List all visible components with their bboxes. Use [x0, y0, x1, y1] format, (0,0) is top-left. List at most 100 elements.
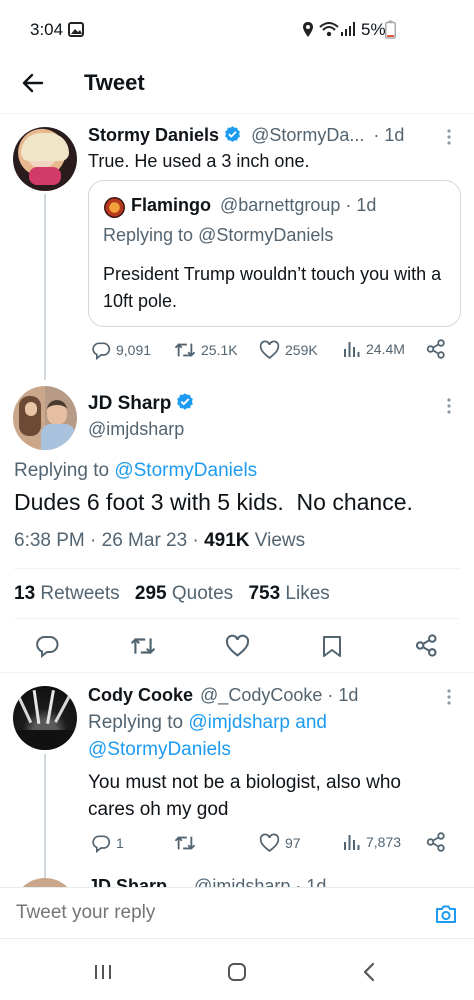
divider: [14, 568, 460, 569]
like-button[interactable]: 97: [259, 833, 301, 853]
avatar-flamingo[interactable]: [104, 197, 125, 218]
chevron-left-icon: [363, 962, 375, 982]
bookmark-icon: [323, 636, 341, 657]
replying-handle-link[interactable]: @StormyDaniels: [114, 460, 257, 481]
verified-badge-icon: [175, 392, 195, 412]
likes-label: Likes: [285, 583, 330, 604]
views-chart-icon: [344, 835, 360, 850]
reply-icon: [36, 636, 59, 658]
retweet-count: 25.1K: [201, 342, 238, 358]
reply-count: 9,091: [116, 342, 152, 358]
views-button[interactable]: 7,873: [343, 833, 401, 851]
quoted-replying-to: Replying to @StormyDaniels: [103, 225, 333, 246]
reply-author-name[interactable]: Cody Cooke: [88, 685, 193, 705]
quoted-tweet-text: President Trump wouldn’t touch you with …: [103, 264, 442, 311]
retweets-count: 13: [14, 583, 36, 604]
heart-icon: [259, 833, 280, 852]
replying-handle-link[interactable]: @imjdsharp and: [188, 712, 327, 733]
wifi-icon: [318, 21, 340, 38]
views-label: Views: [254, 530, 306, 551]
reply-count: 1: [116, 835, 124, 851]
avatar-cody-cooke[interactable]: [13, 686, 77, 750]
avatar-stormy-daniels[interactable]: [13, 127, 77, 191]
timestamp[interactable]: 6:38 PM · 26 Mar 23 ·: [14, 530, 199, 551]
replying-prefix: Replying to: [88, 712, 184, 733]
location-icon: [302, 21, 314, 38]
gallery-notification-icon: [68, 22, 84, 37]
views-chart-icon: [344, 342, 360, 357]
like-count: 259K: [285, 342, 318, 358]
like-button[interactable]: [225, 634, 250, 658]
reply-text: You must not be a biologist, also who ca…: [88, 772, 401, 820]
like-button[interactable]: 259K: [259, 340, 318, 360]
main-author-handle[interactable]: @imjdsharp: [88, 419, 184, 440]
page-title: Tweet: [84, 70, 145, 95]
replying-prefix: Replying to: [14, 460, 110, 481]
main-author-name[interactable]: JD Sharp: [88, 393, 171, 414]
main-author-name-row: JD Sharp: [88, 392, 195, 415]
likes-stat[interactable]: 753 Likes: [248, 583, 329, 604]
more-options-icon[interactable]: [446, 397, 452, 415]
author-name[interactable]: Stormy Daniels: [88, 125, 219, 145]
divider: [14, 618, 460, 619]
main-tweet-text: Dudes 6 foot 3 with 5 kids. No chance.: [14, 489, 413, 515]
views-button[interactable]: 24.4M: [343, 340, 405, 358]
retweet-button[interactable]: [130, 634, 156, 658]
tweet-age: · 1d: [373, 125, 405, 145]
status-bar: 3:04 5%: [0, 0, 474, 60]
more-options-icon[interactable]: [446, 688, 452, 706]
reply-thread-line: [44, 754, 46, 878]
replying-prefix: Replying to: [103, 225, 194, 245]
retweet-icon: [174, 836, 196, 850]
share-icon: [415, 634, 437, 657]
quoted-author-name: Flamingo: [131, 195, 211, 215]
retweets-stat[interactable]: 13 Retweets: [14, 583, 120, 604]
quotes-stat[interactable]: 295 Quotes: [135, 583, 233, 604]
quoted-tweet-card[interactable]: Flamingo @barnettgroup · 1d Replying to …: [88, 180, 461, 327]
bookmark-button[interactable]: [322, 635, 342, 658]
system-back-button[interactable]: [362, 962, 376, 982]
reply-button[interactable]: 1: [91, 833, 124, 853]
reply-header: Cody Cooke @_CodyCooke · 1d: [88, 685, 358, 706]
share-button[interactable]: [426, 832, 446, 852]
reply-button[interactable]: 9,091: [91, 340, 151, 360]
retweet-icon: [130, 637, 156, 655]
avatar-jd-sharp[interactable]: [13, 386, 77, 450]
heart-icon: [259, 340, 280, 359]
reply-button[interactable]: [35, 634, 59, 658]
quoted-author-handle: @barnettgroup: [220, 195, 341, 215]
quoted-tweet-age: · 1d: [345, 195, 377, 215]
share-button[interactable]: [415, 634, 438, 657]
signal-icon: [340, 21, 356, 37]
views-count: 7,873: [366, 834, 402, 850]
reply-age: · 1d: [327, 685, 359, 705]
reply-icon: [92, 835, 111, 853]
home-button[interactable]: [227, 962, 247, 982]
battery-icon: [385, 20, 396, 39]
camera-button[interactable]: [435, 904, 457, 924]
engagement-stats: 13 Retweets 295 Quotes 753 Likes: [14, 583, 330, 605]
reply-input[interactable]: [14, 894, 408, 932]
reply-author-handle[interactable]: @_CodyCooke: [200, 685, 322, 705]
retweet-button[interactable]: 25.1K: [174, 340, 238, 360]
author-handle[interactable]: @StormyDa...: [251, 125, 364, 145]
next-reply-peek[interactable]: JD Sharp @imjdsharp · 1d: [0, 874, 474, 887]
parent-tweet-header: Stormy Daniels @StormyDa... · 1d: [88, 125, 404, 146]
replying-handle-link[interactable]: @StormyDaniels: [88, 739, 231, 761]
back-button[interactable]: [20, 70, 46, 96]
next-reply-age: · 1d: [295, 876, 327, 887]
retweet-button[interactable]: [174, 833, 196, 853]
battery-text: 5%: [361, 20, 386, 39]
more-options-icon[interactable]: [446, 128, 452, 146]
next-reply-author-name: JD Sharp: [88, 876, 168, 887]
views-count: 24.4M: [366, 341, 405, 357]
reply-icon: [92, 342, 111, 360]
recent-apps-button[interactable]: [94, 964, 112, 980]
retweets-label: Retweets: [40, 583, 120, 604]
share-button[interactable]: [426, 339, 446, 359]
like-count: 97: [285, 835, 301, 851]
share-icon: [426, 832, 445, 852]
header-divider: [0, 113, 474, 114]
reply-replying-to: Replying to @imjdsharp and: [88, 712, 327, 734]
recent-apps-icon: [95, 965, 111, 979]
